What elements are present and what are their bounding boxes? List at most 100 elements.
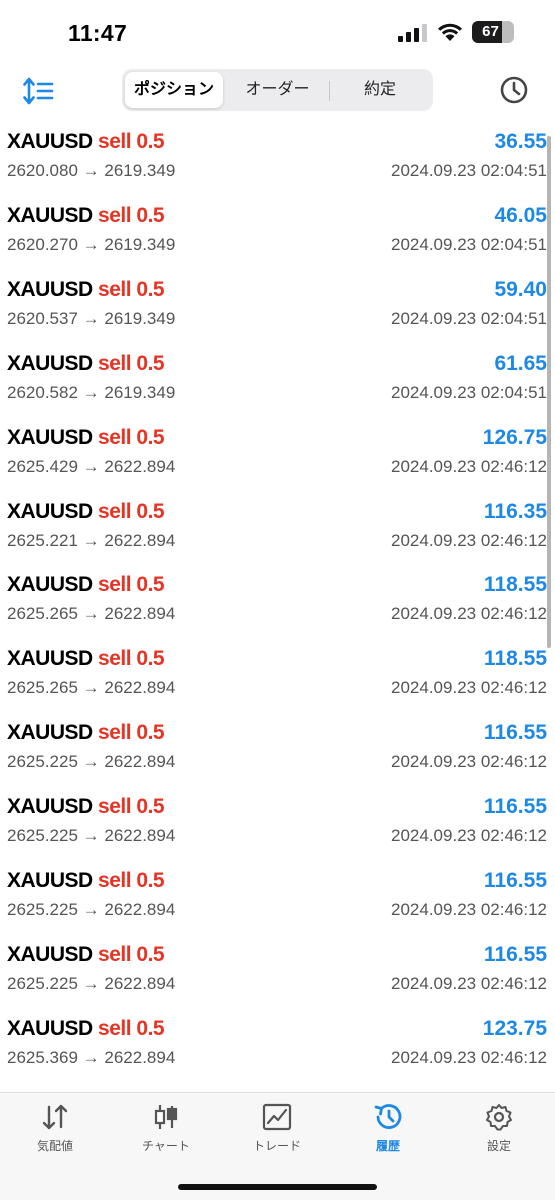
trade-side: sell: [98, 425, 132, 449]
trade-side: sell: [98, 277, 132, 301]
trade-side: sell: [98, 942, 132, 966]
symbol-line: XAUUSD sell 0.5: [7, 721, 165, 745]
trade-side: sell: [98, 499, 132, 523]
segmented-control: ポジション オーダー 約定: [122, 69, 433, 111]
profit: 116.55: [483, 795, 547, 819]
position-row[interactable]: XAUUSD sell 0.5 46.05 2620.270 → 2619.349 2…: [0, 196, 555, 270]
volume: 0.5: [136, 351, 165, 375]
price-line: 2625.225 → 2622.894: [7, 752, 175, 772]
open-price: 2625.265: [7, 604, 78, 624]
current-price: 2619.349: [104, 234, 176, 254]
segment-deals[interactable]: 約定: [330, 72, 430, 108]
open-time: 2024.09.23 02:04:51: [391, 382, 547, 402]
history-icon: [374, 1104, 402, 1129]
trade-side: sell: [98, 795, 132, 819]
position-row[interactable]: XAUUSD sell 0.5 118.55 2625.265 → 2622.894…: [0, 565, 555, 639]
symbol-line: XAUUSD sell 0.5: [7, 1016, 165, 1041]
arrow: →: [82, 604, 100, 624]
position-row[interactable]: XAUUSD sell 0.5 126.75 2625.429 → 2622.894…: [0, 418, 555, 492]
volume: 0.5: [136, 942, 165, 966]
profit: 36.55: [494, 130, 547, 153]
segment-positions[interactable]: ポジション: [125, 72, 223, 108]
current-price: 2619.349: [104, 308, 176, 328]
current-price: 2619.349: [104, 382, 176, 402]
tab-chart[interactable]: チャート: [121, 1103, 211, 1163]
price-line: 2625.225 → 2622.894: [7, 974, 175, 994]
segment-orders[interactable]: オーダー: [226, 72, 329, 108]
clock-icon[interactable]: [499, 75, 529, 105]
open-time: 2024.09.23 02:46:12: [391, 604, 547, 624]
trade-side: sell: [98, 721, 132, 745]
symbol: XAUUSD: [7, 425, 93, 449]
open-price: 2625.221: [7, 530, 78, 550]
symbol: XAUUSD: [7, 573, 93, 597]
symbol: XAUUSD: [7, 647, 93, 671]
candlestick-icon: [154, 1105, 178, 1129]
scrollbar[interactable]: [547, 136, 551, 648]
trade-side: sell: [98, 203, 132, 227]
symbol-line: XAUUSD sell 0.5: [7, 573, 165, 597]
tab-settings[interactable]: 設定: [454, 1103, 544, 1163]
symbol-line: XAUUSD sell 0.5: [7, 351, 165, 376]
position-row[interactable]: XAUUSD sell 0.5 116.55 2625.225 → 2622.894…: [0, 861, 555, 935]
symbol-line: XAUUSD sell 0.5: [7, 425, 165, 450]
current-price: 2622.894: [104, 900, 176, 919]
trade-side: sell: [98, 130, 132, 153]
tab-quotes[interactable]: 気配値: [10, 1103, 100, 1163]
wifi-icon: [438, 23, 462, 41]
current-price: 2622.894: [104, 826, 176, 846]
open-price: 2620.080: [7, 161, 78, 180]
trade-side: sell: [98, 1016, 132, 1040]
position-list[interactable]: XAUUSD sell 0.5 36.55 2620.080 → 2619.349 2…: [0, 122, 555, 1092]
profit: 118.55: [483, 573, 547, 597]
current-price: 2622.894: [104, 1047, 176, 1067]
arrow: →: [82, 308, 100, 328]
position-row[interactable]: XAUUSD sell 0.5 116.35 2625.221 → 2622.894…: [0, 492, 555, 566]
position-row[interactable]: XAUUSD sell 0.5 116.55 2625.225 → 2622.894…: [0, 713, 555, 787]
profit: 59.40: [494, 277, 547, 301]
symbol: XAUUSD: [7, 721, 93, 745]
position-row[interactable]: XAUUSD sell 0.5 36.55 2620.080 → 2619.349 2…: [0, 122, 555, 196]
profit: 61.65: [494, 351, 547, 375]
open-price: 2625.225: [7, 900, 78, 919]
symbol-line: XAUUSD sell 0.5: [7, 130, 165, 154]
price-line: 2620.582 → 2619.349: [7, 383, 175, 403]
position-row[interactable]: XAUUSD sell 0.5 123.75 2625.369 → 2622.894…: [0, 1009, 555, 1083]
open-time: 2024.09.23 02:46:12: [391, 1047, 547, 1067]
open-price: 2625.265: [7, 678, 78, 698]
profit: 116.35: [483, 499, 547, 523]
open-price: 2625.369: [7, 1047, 78, 1067]
tab-label: 履歴: [375, 1139, 400, 1153]
price-line: 2625.369 → 2622.894: [7, 1048, 175, 1068]
symbol: XAUUSD: [7, 869, 93, 892]
trade-side: sell: [98, 351, 132, 375]
open-time: 2024.09.23 02:46:12: [391, 678, 547, 698]
position-row[interactable]: XAUUSD sell 0.5 61.65 2620.582 → 2619.349 2…: [0, 344, 555, 418]
current-price: 2622.894: [104, 752, 176, 772]
arrow: →: [82, 752, 100, 772]
symbol-line: XAUUSD sell 0.5: [7, 277, 165, 302]
arrow: →: [82, 1047, 100, 1067]
price-line: 2625.225 → 2622.894: [7, 826, 175, 846]
volume: 0.5: [136, 869, 165, 892]
position-row[interactable]: XAUUSD sell 0.5 116.55 2625.225 → 2622.894…: [0, 935, 555, 1009]
arrow: →: [82, 900, 100, 919]
symbol: XAUUSD: [7, 942, 93, 966]
arrow: →: [82, 826, 100, 846]
trade-side: sell: [98, 647, 132, 671]
profit: 126.75: [482, 425, 547, 449]
position-row[interactable]: XAUUSD sell 0.5 59.40 2620.537 → 2619.349 2…: [0, 270, 555, 344]
open-price: 2625.225: [7, 826, 78, 846]
current-price: 2619.349: [104, 161, 176, 180]
position-row[interactable]: XAUUSD sell 0.5 118.55 2625.265 → 2622.894…: [0, 639, 555, 713]
price-line: 2625.221 → 2622.894: [7, 531, 175, 551]
volume: 0.5: [136, 277, 165, 301]
symbol-line: XAUUSD sell 0.5: [7, 942, 165, 967]
tab-history[interactable]: 履歴: [343, 1103, 433, 1163]
top-nav: ポジション オーダー 約定: [0, 64, 555, 118]
sort-icon[interactable]: [22, 76, 58, 106]
price-line: 2620.080 → 2619.349: [7, 161, 175, 181]
current-price: 2622.894: [104, 973, 176, 993]
tab-trade[interactable]: トレード: [232, 1103, 322, 1163]
position-row[interactable]: XAUUSD sell 0.5 116.55 2625.225 → 2622.894…: [0, 787, 555, 861]
